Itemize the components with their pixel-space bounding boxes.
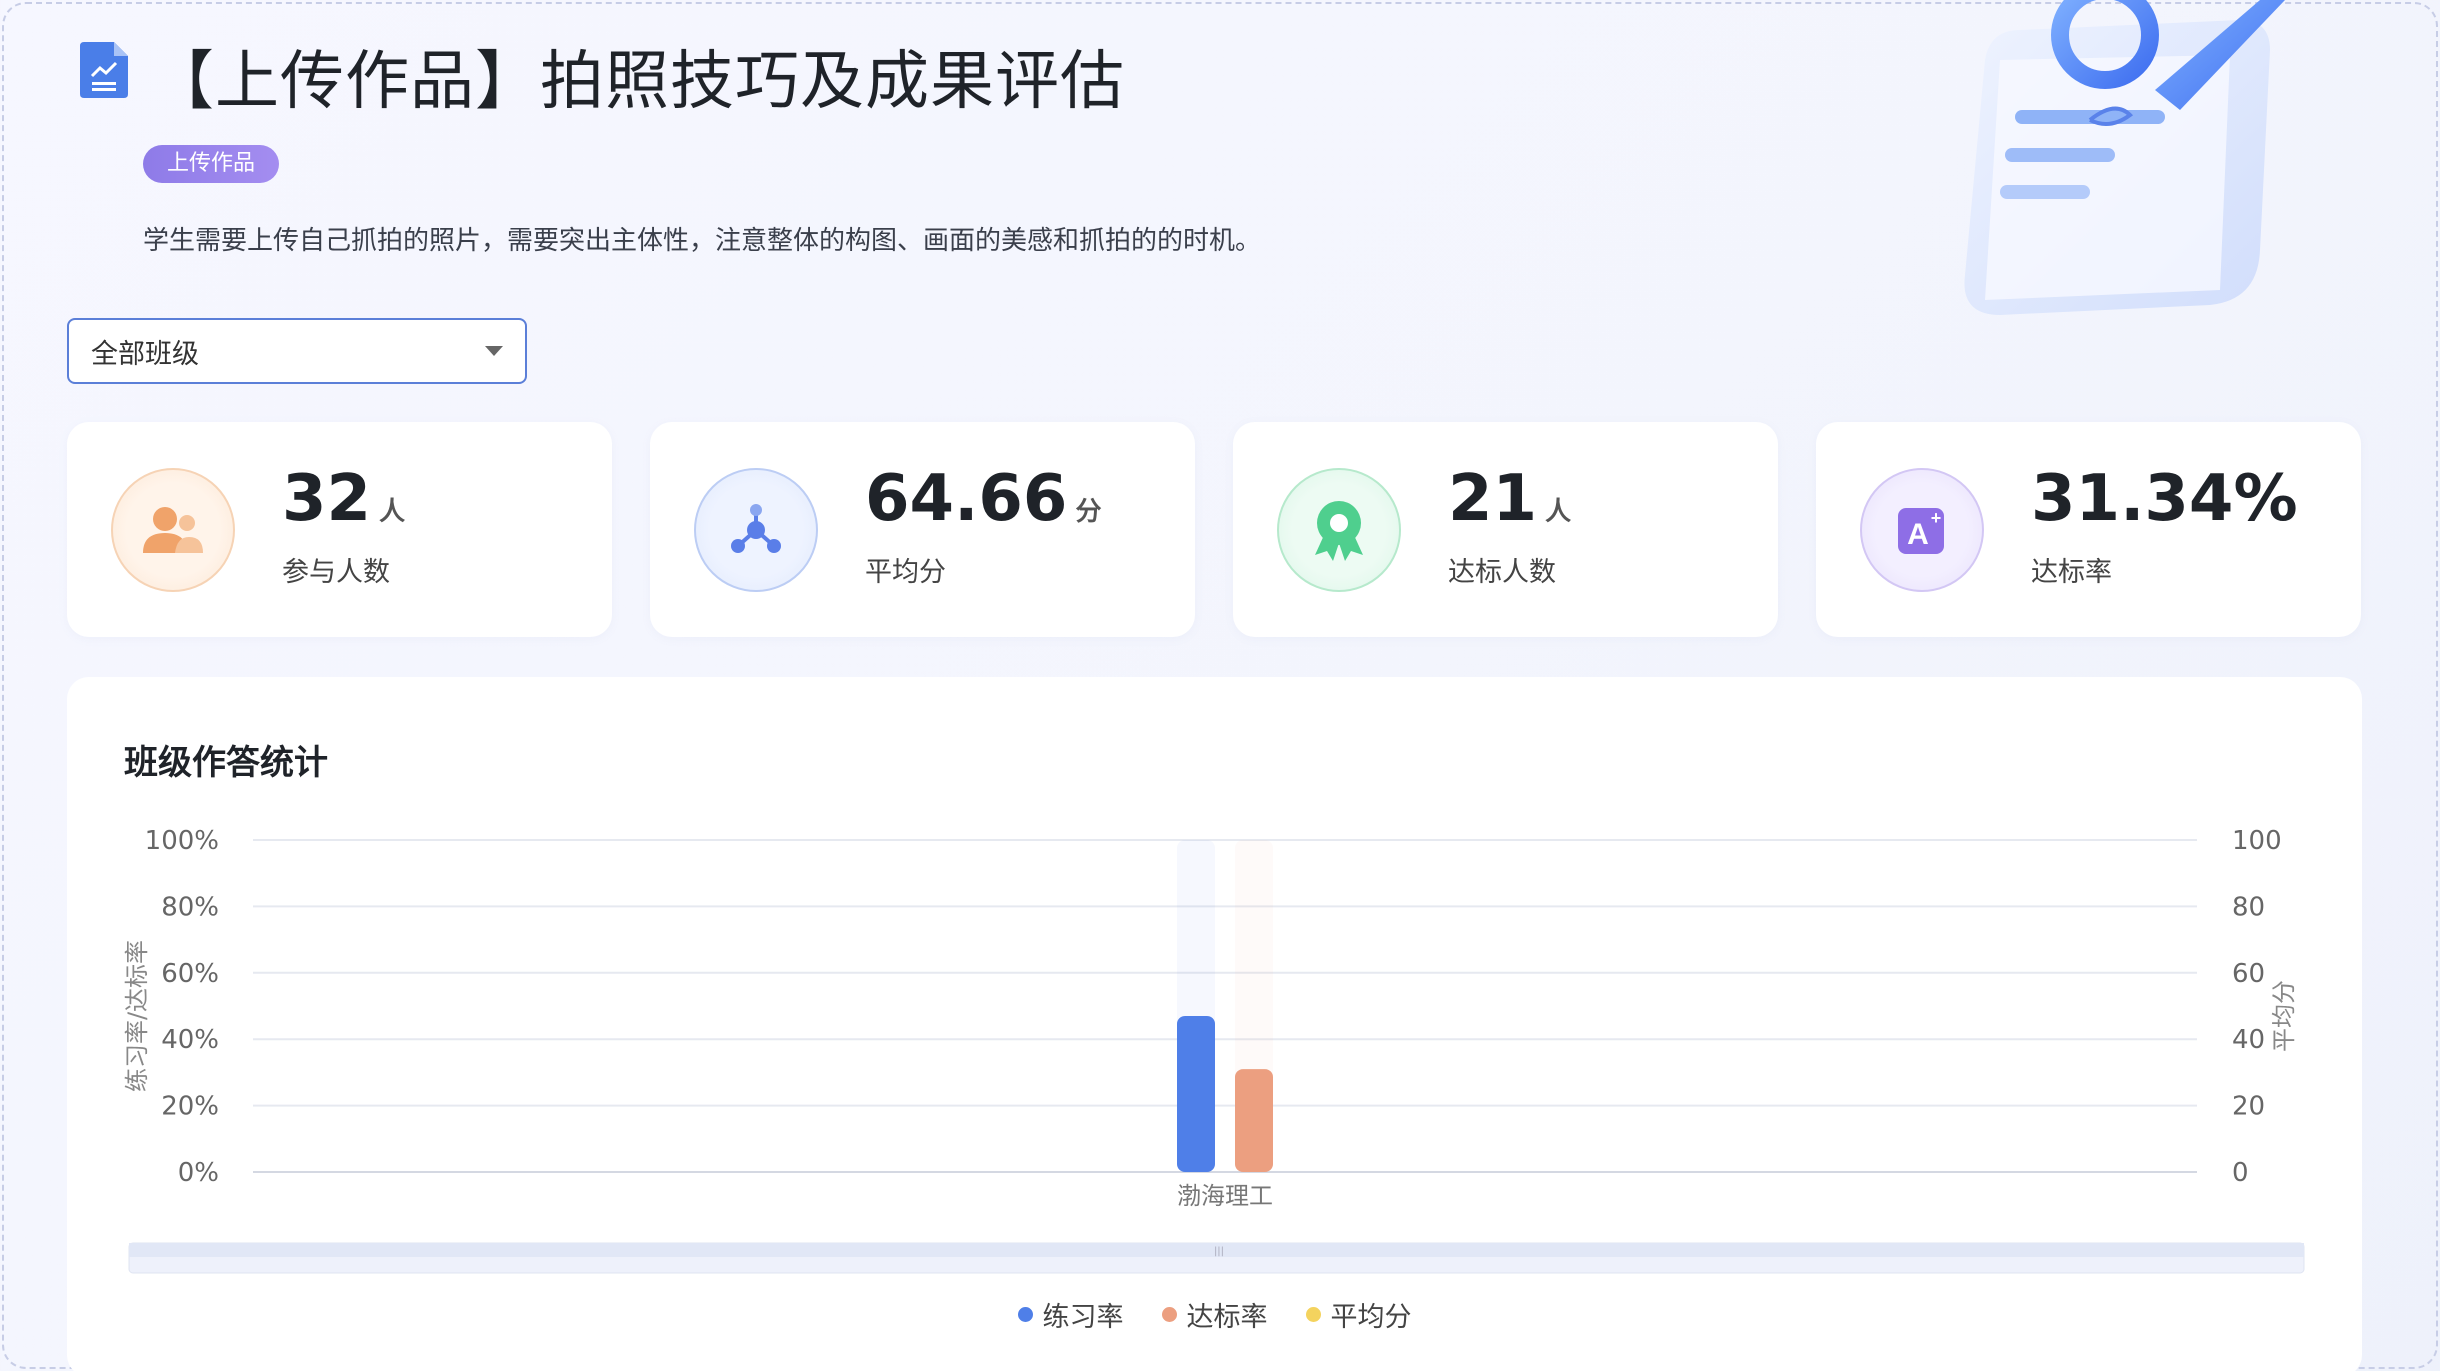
legend-item[interactable]: 达标率 [1161,1295,1268,1334]
stat-icon-wrap [694,468,818,592]
bar-练习率 [1177,1015,1215,1172]
data-zoom-handle: ||| [1214,1246,1224,1257]
x-tick-label: 渤海理工 [1177,1182,1273,1210]
y-tick-label-right: 0 [2232,1158,2249,1188]
stat-icon-wrap: A + [1860,468,1984,592]
y-tick-label-right: 20 [2232,1092,2265,1122]
stat-value: 31.34% [2031,462,2298,536]
activity-type-tag: 上传作品 [143,145,280,183]
molecule-icon [731,504,781,553]
stat-label: 参与人数 [282,557,390,588]
stat-label: 达标人数 [1448,557,1556,588]
stat-icon-wrap [111,468,235,592]
chevron-down-icon [485,346,503,356]
y-tick-label-left: 60% [161,959,219,989]
y-tick-label-right: 40 [2232,1025,2265,1055]
bar-达标率 [1235,1069,1273,1172]
stat-card-passed-count: 21 人 达标人数 [1233,422,1778,637]
people-icon [143,507,203,553]
y-tick-label-right: 100 [2232,826,2282,856]
y-axis-title-left: 练习率/达标率 [123,940,151,1092]
y-tick-label-right: 60 [2232,959,2265,989]
task-description: 学生需要上传自己抓拍的照片，需要突出主体性，注意整体的构图、画面的美感和抓拍的的… [143,226,1262,256]
svg-text:A: A [1907,518,1929,551]
y-tick-label-left: 20% [161,1092,219,1122]
stat-label: 平均分 [865,557,946,588]
legend-label: 练习率 [1042,1302,1124,1333]
legend-label: 平均分 [1330,1302,1412,1333]
y-tick-label-left: 100% [145,826,219,856]
y-tick-label-left: 80% [161,892,219,922]
document-chart-icon [80,42,128,98]
class-stats-chart: 0% 0 20% 20 40% 40 60% 60 80% 80 100% 100 练习率/达标率 平均分… [123,826,2305,1274]
stat-card-participants: 32 人 参与人数 [67,422,612,637]
legend-dot [1305,1307,1321,1322]
y-axis-title-right: 平均分 [2270,980,2298,1052]
chart-legend: 练习率 达标率 平均分 [67,1295,2362,1334]
stat-card-average-score: 64.66 分 平均分 [650,422,1195,637]
award-icon [1315,501,1363,561]
class-filter-value: 全部班级 [91,338,199,370]
stat-icon-wrap [1277,468,1401,592]
y-tick-label-left: 40% [161,1025,219,1055]
class-filter-select[interactable]: 全部班级 [67,318,527,384]
legend-dot [1161,1307,1177,1322]
svg-text:+: + [1931,508,1942,528]
clipboard-illustration [1964,0,2285,315]
stat-value: 21 人 [1448,462,1572,536]
y-tick-label-left: 0% [178,1158,219,1188]
stat-card-pass-rate: A + 31.34% 达标率 [1816,422,2361,637]
legend-dot [1017,1307,1033,1322]
y-tick-label-right: 80 [2232,892,2265,922]
stat-value: 32 人 [282,462,406,536]
class-stats-panel: 班级作答统计 0% 0 20% 20 40% 40 60% 60 80% 80 100% 100 练习率… [67,677,2362,1371]
stat-label: 达标率 [2031,557,2112,588]
legend-item[interactable]: 平均分 [1305,1295,1412,1334]
stat-value: 64.66 分 [865,462,1102,536]
grade-a-icon: A + [1898,508,1944,554]
page-title: 【上传作品】拍照技巧及成果评估 [150,45,1125,119]
legend-label: 达标率 [1186,1302,1268,1333]
legend-item[interactable]: 练习率 [1017,1295,1124,1334]
